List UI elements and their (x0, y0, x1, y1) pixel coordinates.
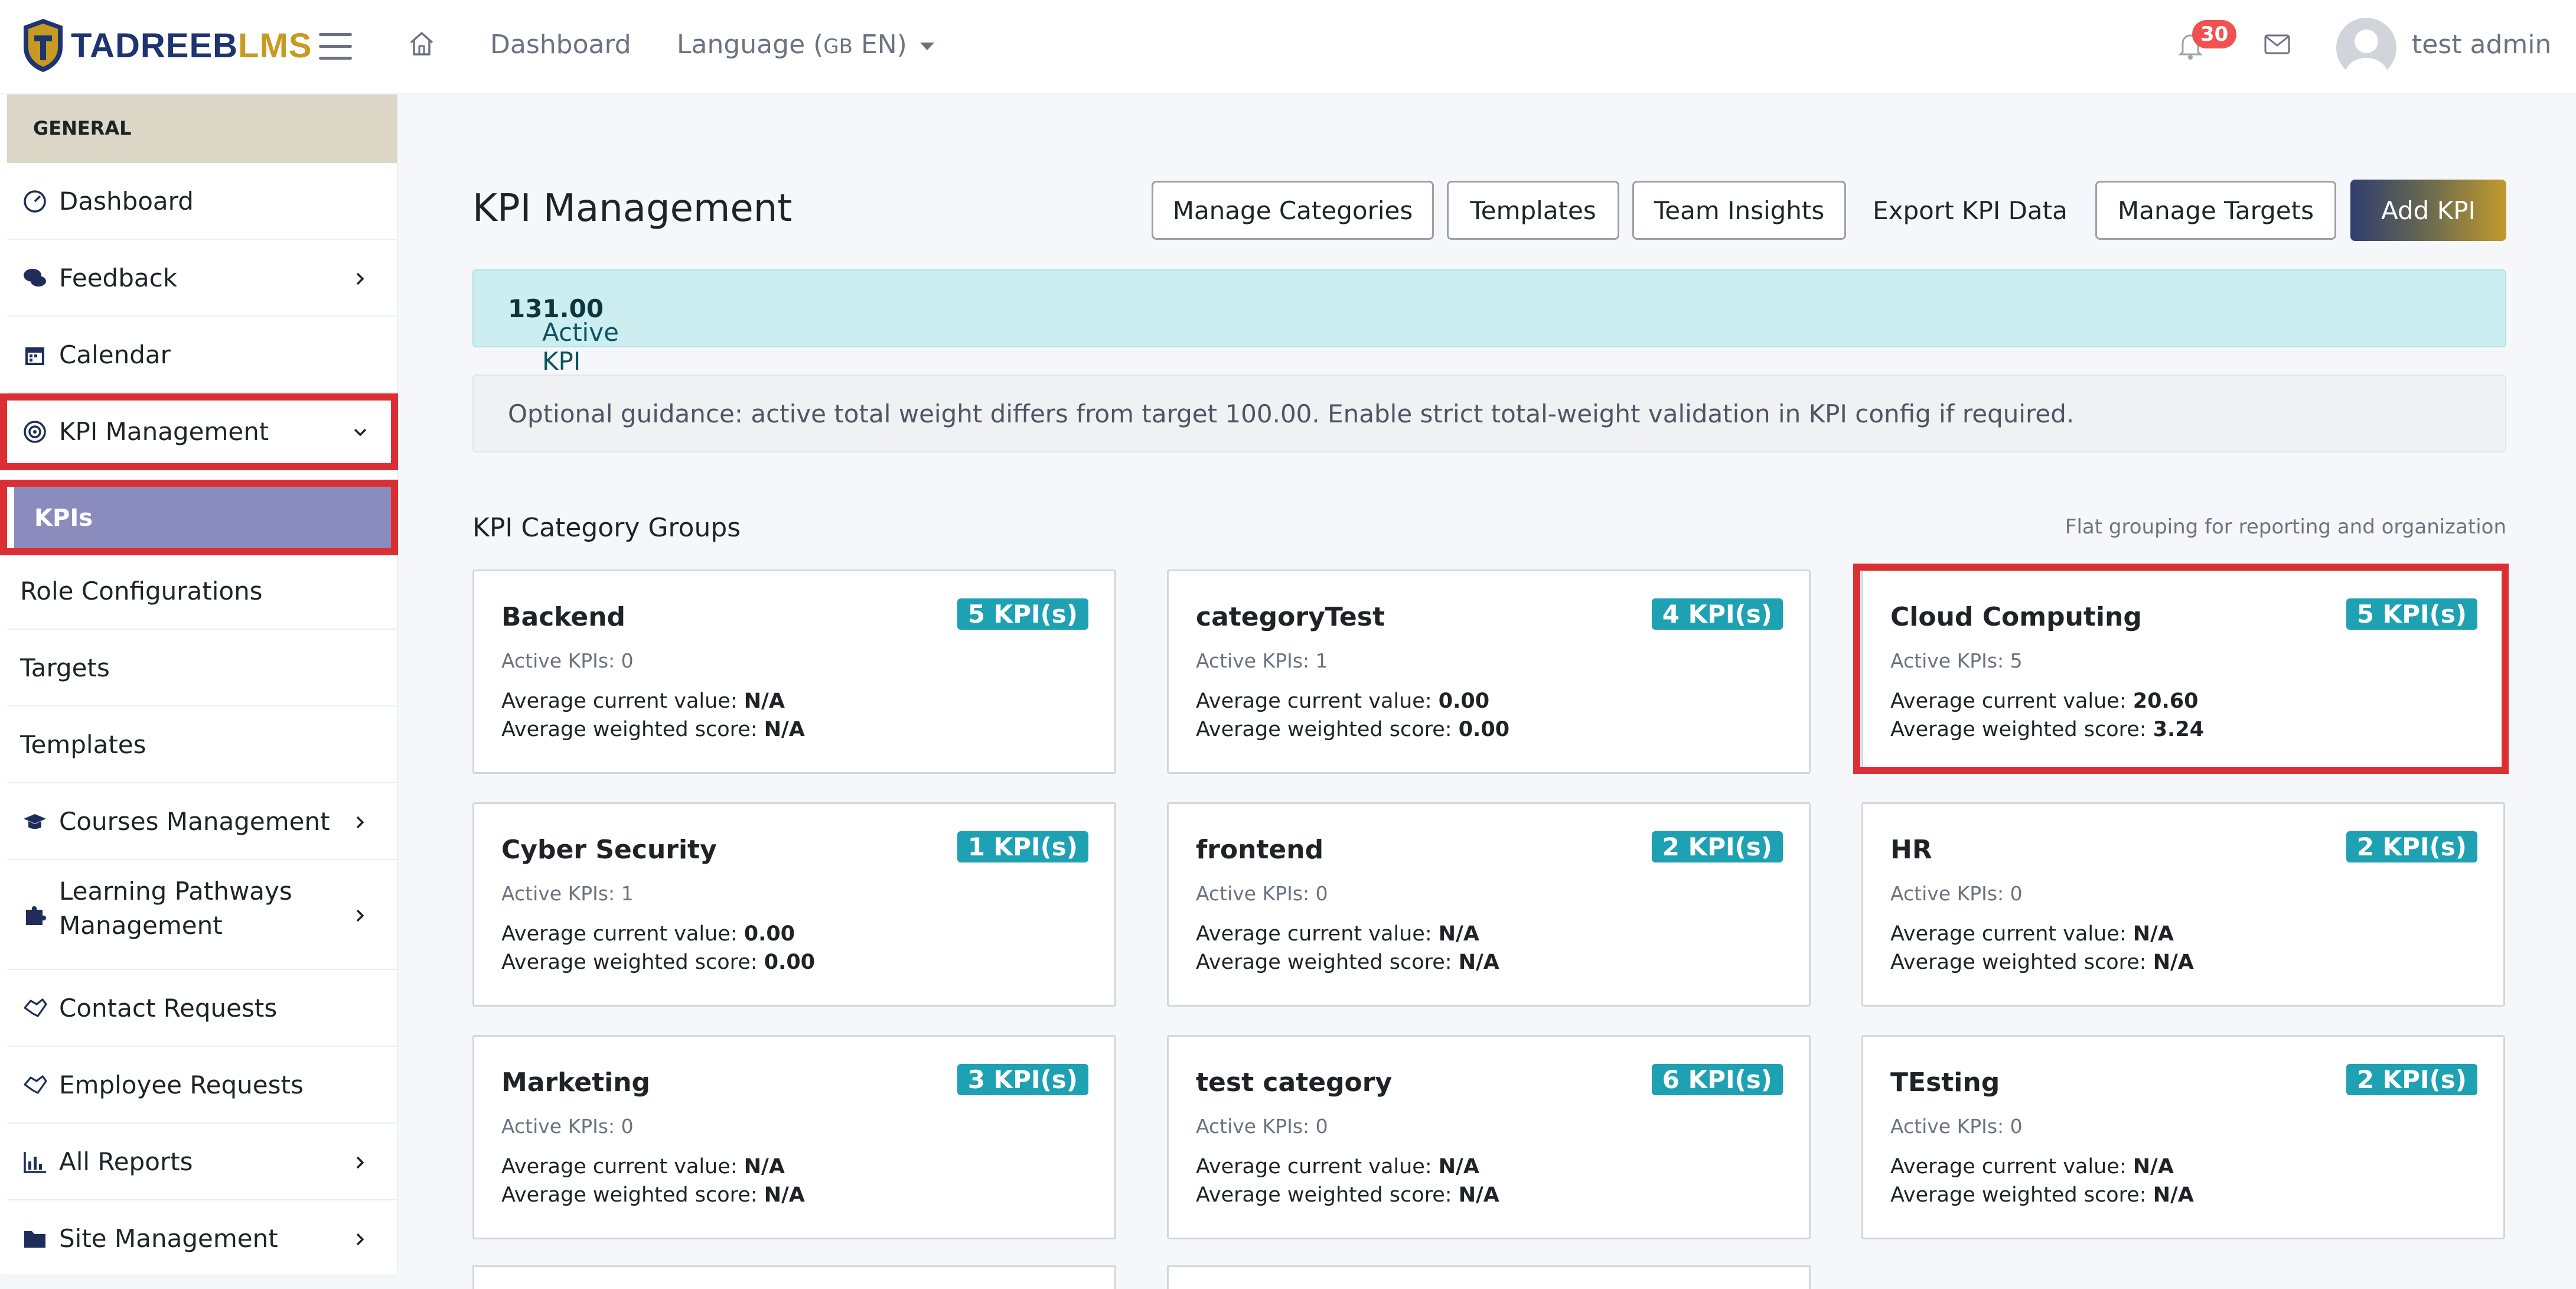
sidebar: GENERAL Dashboard Feedback Calendar KPI … (0, 95, 398, 1277)
kpi-count-badge: 3 KPI(s) (957, 1064, 1088, 1095)
kpi-count-badge: 6 KPI(s) (1651, 1064, 1783, 1095)
sidebar-item-employee-requests[interactable]: Employee Requests (7, 1047, 397, 1124)
kpi-count-badge: 2 KPI(s) (1651, 831, 1783, 862)
menu-toggle-icon[interactable] (319, 33, 352, 60)
chevron-right-icon (356, 1156, 364, 1169)
kpi-category-card-partial[interactable] (472, 1265, 1116, 1289)
calendar-icon (25, 347, 44, 365)
templates-button[interactable]: Templates (1447, 181, 1619, 240)
manage-targets-button[interactable]: Manage Targets (2095, 181, 2336, 240)
chevron-right-icon (356, 909, 364, 922)
sidebar-item-templates[interactable]: Templates (7, 707, 397, 783)
home-icon[interactable] (407, 30, 436, 58)
total-weight-alert: Active KPI total weight: 131.00 (472, 269, 2506, 434)
chevron-right-icon (356, 1233, 364, 1246)
kpi-category-card-hr[interactable]: HR 2 KPI(s) Active KPIs: 0 Average curre… (1861, 802, 2505, 1007)
user-name[interactable]: test admin (2412, 30, 2551, 60)
handshake-icon (24, 1075, 47, 1094)
shield-logo-icon (24, 19, 63, 72)
sidebar-item-all-reports[interactable]: All Reports (7, 1124, 397, 1200)
puzzle-icon (26, 906, 46, 925)
chevron-right-icon (356, 816, 364, 829)
kpi-category-card-test-category[interactable]: test category 6 KPI(s) Active KPIs: 0 Av… (1167, 1035, 1811, 1239)
nav-dashboard-link[interactable]: Dashboard (490, 30, 631, 60)
avatar[interactable] (2336, 18, 2396, 78)
kpi-category-card-marketing[interactable]: Marketing 3 KPI(s) Active KPIs: 0 Averag… (472, 1035, 1116, 1239)
kpi-count-badge: 2 KPI(s) (2346, 831, 2477, 862)
graduation-cap-icon (24, 814, 46, 829)
comments-icon (24, 269, 46, 287)
section-note: Flat grouping for reporting and organiza… (2065, 515, 2506, 539)
sidebar-section-general: GENERAL (7, 95, 397, 163)
notification-count-badge: 30 (2192, 20, 2237, 48)
logo[interactable]: TADREEBLMS (21, 18, 312, 73)
top-bar: TADREEBLMS Dashboard Language (GB EN) 30… (0, 0, 2576, 95)
section-title: KPI Category Groups (472, 513, 741, 543)
bar-chart-icon (24, 1152, 46, 1173)
kpi-category-card-testing[interactable]: TEsting 2 KPI(s) Active KPIs: 0 Average … (1861, 1035, 2505, 1239)
sidebar-item-calendar[interactable]: Calendar (7, 317, 397, 393)
kpi-count-badge: 1 KPI(s) (957, 831, 1088, 862)
sidebar-item-site-management[interactable]: Site Management (7, 1200, 397, 1277)
kpi-category-card-frontend[interactable]: frontend 2 KPI(s) Active KPIs: 0 Average… (1167, 802, 1811, 1007)
team-insights-button[interactable]: Team Insights (1632, 181, 1846, 240)
sidebar-item-role-configurations[interactable]: Role Configurations (7, 553, 397, 630)
manage-categories-button[interactable]: Manage Categories (1152, 181, 1434, 240)
chevron-right-icon (356, 272, 364, 285)
handshake-icon (24, 998, 47, 1017)
user-icon (2345, 30, 2388, 78)
highlight-frame-kpi-management (0, 393, 398, 470)
sidebar-item-targets[interactable]: Targets (7, 630, 397, 707)
kpi-count-badge: 4 KPI(s) (1651, 598, 1783, 630)
highlight-frame-kpis (0, 480, 398, 555)
kpi-count-badge: 5 KPI(s) (957, 598, 1088, 630)
kpi-category-card-categorytest[interactable]: categoryTest 4 KPI(s) Active KPIs: 1 Ave… (1167, 569, 1811, 774)
gauge-icon (24, 190, 46, 213)
kpi-category-card-partial[interactable] (1167, 1265, 1811, 1289)
export-kpi-data-button[interactable]: Export KPI Data (1860, 181, 2080, 240)
page-title: KPI Management (472, 187, 793, 230)
caret-down-icon (919, 42, 934, 50)
mail-icon[interactable] (2264, 34, 2290, 54)
folder-icon (24, 1231, 45, 1248)
sidebar-item-feedback[interactable]: Feedback (7, 240, 397, 317)
sidebar-item-dashboard[interactable]: Dashboard (7, 163, 397, 240)
highlight-frame-cloud-computing (1853, 564, 2509, 774)
kpi-category-card-cyber-security[interactable]: Cyber Security 1 KPI(s) Active KPIs: 1 A… (472, 802, 1116, 1007)
logo-text: TADREEBLMS (71, 26, 312, 65)
sidebar-item-courses-management[interactable]: Courses Management (7, 783, 397, 860)
language-dropdown[interactable]: Language (GB EN) (677, 30, 934, 60)
guidance-alert: Optional guidance: active total weight d… (472, 375, 2506, 453)
sidebar-item-learning-pathways[interactable]: Learning Pathways Management (7, 860, 397, 970)
add-kpi-button[interactable]: Add KPI (2350, 180, 2506, 241)
sidebar-item-contact-requests[interactable]: Contact Requests (7, 970, 397, 1047)
language-flag: GB (823, 35, 853, 58)
kpi-category-card-backend[interactable]: Backend 5 KPI(s) Active KPIs: 0 Average … (472, 569, 1116, 774)
kpi-count-badge: 2 KPI(s) (2346, 1064, 2477, 1095)
